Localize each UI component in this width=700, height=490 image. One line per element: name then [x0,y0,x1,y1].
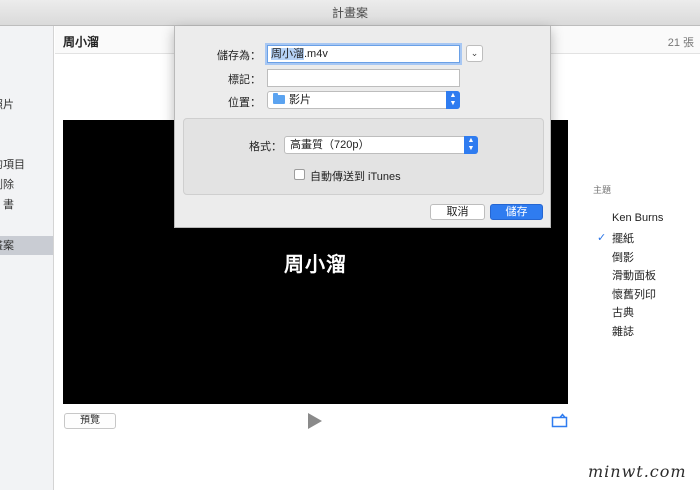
theme-item[interactable]: 倒影 [612,249,634,265]
sidebar-item-books[interactable]: 書 [0,196,53,214]
tags-label: 標記： [228,74,261,86]
format-label: 格式： [249,141,282,153]
cancel-button[interactable]: 取消 [430,204,485,220]
sidebar-item-label: 書 [3,199,14,211]
format-value: 高畫質（720p） [290,139,370,151]
window-title: 計畫案 [331,6,368,20]
filename-extension: .m4v [304,48,328,60]
theme-item[interactable]: 滑動面板 [612,267,656,283]
save-button[interactable]: 儲存 [490,204,543,220]
check-icon: ✓ [597,232,607,244]
theme-item[interactable]: 懷舊列印 [612,286,656,302]
photo-count: 21 張 [667,37,694,49]
sidebar-item-imports[interactable]: 匯入的項目 [0,156,53,174]
filename-field[interactable]: 周小溜.m4v [267,45,460,63]
sidebar: 照片 匯入的項目 刪除 書 計畫案 [0,26,54,490]
sidebar-item-projects[interactable]: 計畫案 [0,237,53,255]
sidebar-item-label: 照片 [0,99,14,111]
tags-field[interactable] [267,69,460,87]
filename-selected-text: 周小溜 [271,48,304,60]
itunes-checkbox[interactable] [294,169,305,180]
preview-button[interactable]: 預覽 [64,413,116,429]
location-value: 影片 [289,94,311,106]
theme-item-selected[interactable]: 擺紙 [612,230,634,246]
sidebar-item-label: 計畫案 [0,240,14,252]
location-label: 位置： [228,97,261,109]
theme-panel: 主題 ✓ Ken Burns 擺紙 倒影 滑動面板 懷舊列印 古典 雜誌 [588,178,700,348]
location-popup[interactable]: 影片 ▲ ▼ [267,91,460,109]
project-title: 周小溜 [63,35,100,49]
sidebar-item-label: 匯入的項目 [0,159,25,171]
chevron-down-icon: ⌄ [470,48,479,58]
export-options: 格式： 高畫質（720p） ▲ ▼ 自動傳送到 iTunes [183,118,544,195]
share-icon[interactable] [551,413,568,428]
popup-arrows-icon: ▲ ▼ [446,91,460,109]
window-title-bar: 計畫案 [0,0,700,26]
sidebar-item-photos[interactable]: 照片 [0,96,53,114]
format-popup[interactable]: 高畫質（720p） ▲ ▼ [284,136,478,154]
itunes-checkbox-label[interactable]: 自動傳送到 iTunes [310,168,401,184]
save-dialog: 儲存為： 周小溜.m4v ⌄ 標記： 位置： 影片 ▲ ▼ 格式： 高畫質（720… [174,26,551,228]
watermark: minwt.com [588,462,687,481]
popup-arrows-icon: ▲ ▼ [464,136,478,154]
theme-item[interactable]: 雜誌 [612,323,634,339]
theme-item[interactable]: Ken Burns [612,212,663,224]
theme-item[interactable]: 古典 [612,304,634,320]
theme-heading: 主題 [593,185,612,195]
sidebar-item-deleted[interactable]: 刪除 [0,176,53,194]
sidebar-item-label: 刪除 [0,179,14,191]
expand-dialog-button[interactable]: ⌄ [466,45,483,62]
play-icon[interactable] [306,411,324,431]
save-as-label: 儲存為： [217,50,261,62]
video-title-text: 周小溜 [284,254,347,276]
folder-icon [273,93,285,104]
